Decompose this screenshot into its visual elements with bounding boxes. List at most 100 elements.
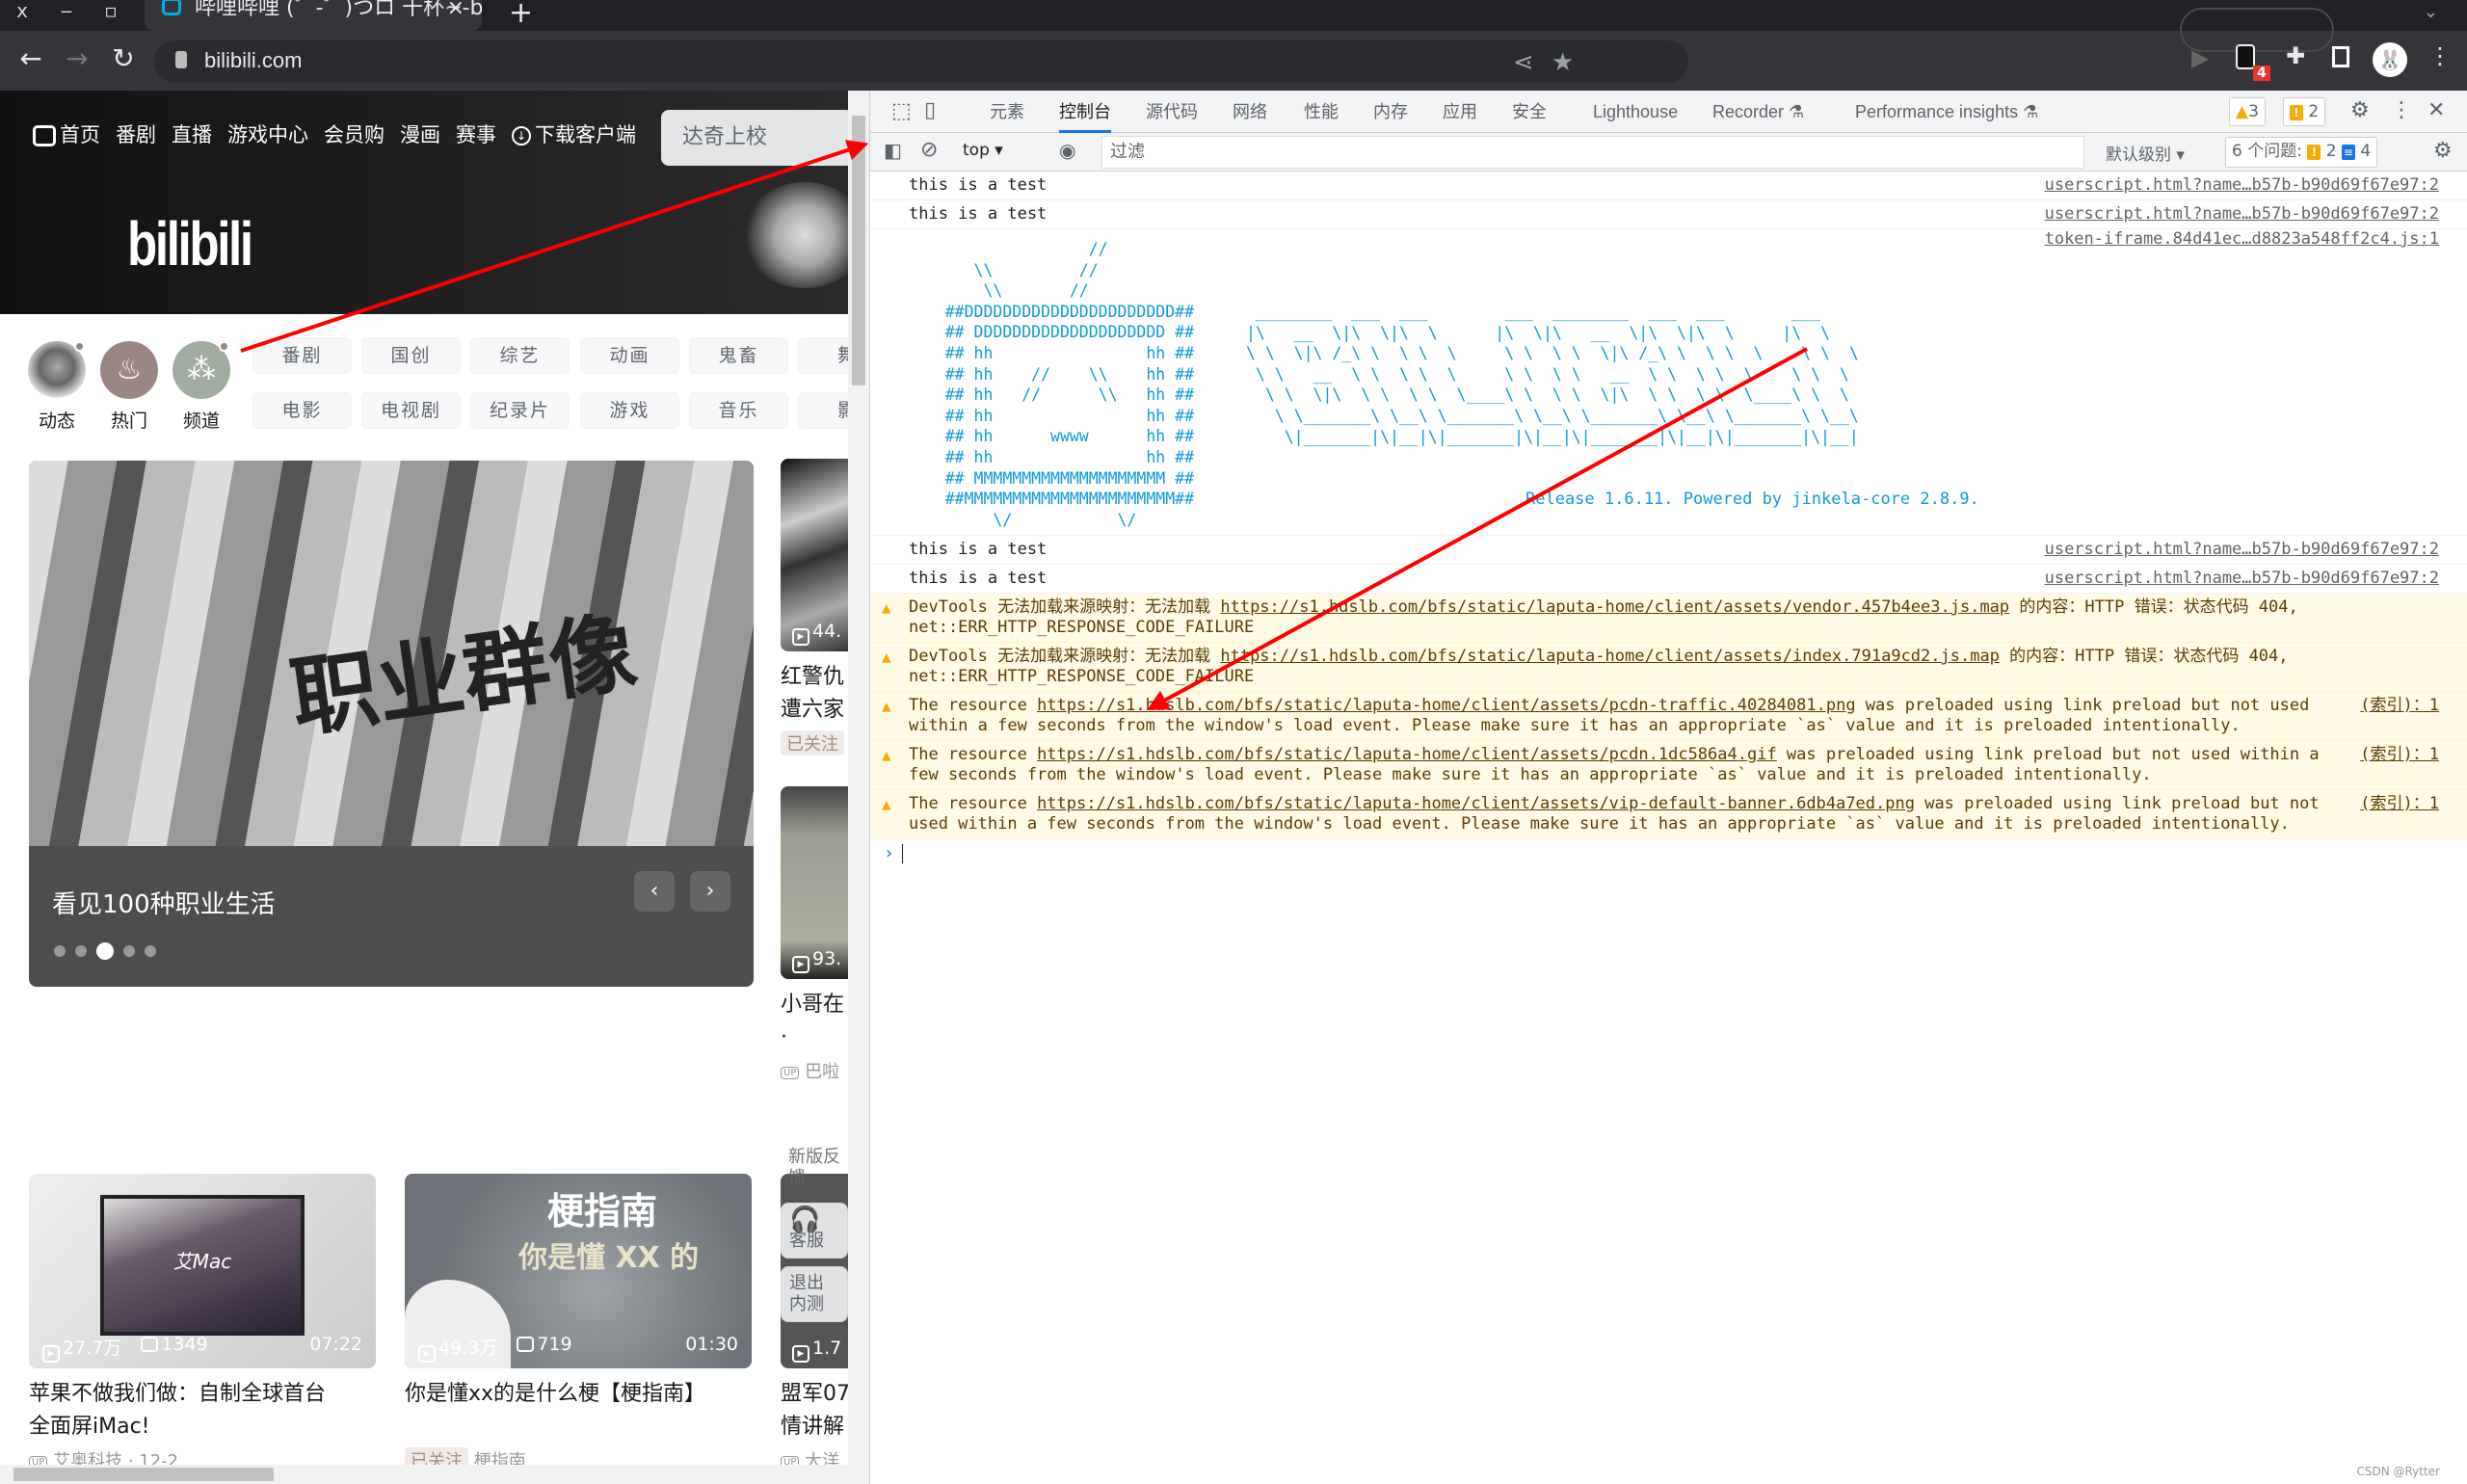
nav-manga[interactable]: 漫画 — [400, 119, 440, 148]
page-horizontal-scrollbar[interactable] — [0, 1465, 848, 1484]
source-link[interactable]: userscript.html?name…b57b-b90d69f67e97:2 — [2045, 540, 2439, 560]
carousel[interactable]: 职业群像 看见100种职业生活 ‹ › — [29, 461, 754, 987]
side-panel-icon[interactable] — [2332, 46, 2349, 67]
sidebar-toggle-icon[interactable]: ◧ — [884, 139, 902, 162]
tab-network[interactable]: 网络 — [1233, 91, 1267, 133]
scrollbar-thumb[interactable] — [13, 1468, 274, 1481]
window-minimize-button[interactable]: ‒ — [50, 0, 83, 27]
clear-console-icon[interactable]: ⊘ — [920, 138, 938, 162]
channel-item[interactable]: 纪录片 — [470, 392, 570, 429]
context-selector[interactable]: top ▾ — [963, 141, 1003, 160]
tab-sources[interactable]: 源代码 — [1146, 91, 1198, 133]
source-link[interactable]: (索引)：1 — [2360, 794, 2439, 814]
carousel-dot[interactable] — [75, 945, 87, 957]
console-prompt[interactable]: › — [870, 839, 2467, 867]
console-settings-gear-icon[interactable]: ⚙ — [2433, 139, 2453, 163]
video-title[interactable]: 你是懂xx的是什么梗【梗指南】 — [405, 1378, 752, 1411]
resource-link[interactable]: https://s1.hdslb.com/bfs/static/laputa-h… — [1220, 647, 2000, 666]
carousel-dot[interactable] — [123, 945, 135, 957]
channel-item[interactable]: 舞 — [798, 337, 848, 374]
tab-performance[interactable]: 性能 — [1304, 91, 1339, 133]
tab-lighthouse[interactable]: Lighthouse — [1593, 91, 1678, 133]
window-restore-button[interactable]: ▫ — [94, 0, 127, 27]
video-title[interactable]: 红警仇 遭六家 — [781, 661, 848, 727]
carousel-dot[interactable] — [145, 945, 156, 957]
more-menu-icon[interactable]: ⋮ — [2428, 42, 2452, 69]
exit-beta-button[interactable]: 退出内测 — [781, 1266, 848, 1322]
nav-home[interactable]: 首页 — [33, 119, 100, 148]
back-icon[interactable]: ← — [13, 42, 48, 74]
forward-icon[interactable]: → — [60, 42, 94, 74]
puzzle-extensions-icon[interactable]: ✚ — [2286, 42, 2305, 69]
source-link[interactable]: userscript.html?name…b57b-b90d69f67e97:2 — [2045, 204, 2439, 225]
quick-link-dynamic[interactable]: 动态 — [27, 341, 87, 433]
carousel-next-button[interactable]: › — [690, 871, 730, 912]
source-link[interactable]: userscript.html?name…b57b-b90d69f67e97:2 — [2045, 569, 2439, 589]
source-link[interactable]: (索引)：1 — [2360, 696, 2439, 716]
tab-console[interactable]: 控制台 — [1059, 91, 1111, 133]
video-card[interactable]: 梗指南 你是懂 XX 的 ▶ 49.3万 719 01:30 你是懂xx的是什么梗… — [405, 1174, 752, 1472]
settings-gear-icon[interactable]: ⚙ — [2350, 98, 2370, 122]
address-bar[interactable]: bilibili.com ⋖ ★ — [154, 40, 1688, 83]
resource-link[interactable]: https://s1.hdslb.com/bfs/static/laputa-h… — [1037, 745, 1777, 764]
source-link[interactable]: userscript.html?name…b57b-b90d69f67e97:2 — [2045, 175, 2439, 196]
channel-item[interactable]: 国创 — [361, 337, 461, 374]
extension-icon[interactable] — [2236, 44, 2255, 69]
channel-item[interactable]: 影 — [798, 392, 848, 429]
nav-live[interactable]: 直播 — [172, 119, 212, 148]
share-icon[interactable]: ⋖ — [1513, 48, 1534, 77]
filter-input[interactable]: 过滤 — [1101, 136, 2084, 169]
video-title[interactable]: 小哥在 · — [781, 989, 848, 1054]
window-close-button[interactable]: x — [6, 0, 39, 27]
new-tab-button[interactable]: + — [509, 0, 533, 30]
more-options-icon[interactable]: ⋮ — [2391, 98, 2412, 122]
issues-button[interactable]: 6 个问题: ! 2 ≡ 4 — [2225, 137, 2378, 168]
tab-security[interactable]: 安全 — [1512, 91, 1547, 133]
browser-tab[interactable]: 哔哩哔哩 (゜-゜)つロ 干杯~-bilibili × — [145, 0, 482, 31]
tab-memory[interactable]: 内存 — [1373, 91, 1408, 133]
carousel-title[interactable]: 看见100种职业生活 — [52, 885, 276, 920]
device-toolbar-icon[interactable]: ▯ — [924, 98, 936, 122]
tab-elements[interactable]: 元素 — [990, 91, 1024, 133]
source-link[interactable]: (索引)：1 — [2360, 745, 2439, 765]
resource-link[interactable]: https://s1.hdslb.com/bfs/static/laputa-h… — [1037, 794, 1915, 813]
nav-anime[interactable]: 番剧 — [116, 119, 156, 148]
channel-item[interactable]: 鬼畜 — [689, 337, 788, 374]
page-vertical-scrollbar[interactable] — [848, 91, 869, 1484]
play-extension-icon[interactable]: ▶ — [2191, 44, 2209, 71]
channel-item[interactable]: 电视剧 — [361, 392, 461, 429]
video-title[interactable]: 盟军07 情讲解 — [781, 1378, 848, 1444]
quick-link-channels[interactable]: ⁂ 频道 — [172, 341, 231, 433]
bookmark-star-icon[interactable]: ★ — [1552, 48, 1574, 77]
video-card[interactable]: 艾Mac ▶ 27.7万 1349 07:22 苹果不做我们做：自制全球首台 全面屏… — [29, 1174, 376, 1472]
carousel-dot[interactable] — [54, 945, 66, 957]
reload-icon[interactable]: ↻ — [106, 42, 141, 74]
channel-item[interactable]: 综艺 — [470, 337, 570, 374]
tab-performance-insights[interactable]: Performance insights ⚗ — [1855, 91, 2038, 133]
video-card[interactable]: ▶ 44. 红警仇 遭六家 已关注 — [781, 459, 848, 755]
carousel-prev-button[interactable]: ‹ — [634, 871, 675, 912]
uploader-name[interactable]: 巴啦 — [805, 1062, 839, 1082]
tab-recorder[interactable]: Recorder ⚗ — [1712, 91, 1804, 133]
feedback-button[interactable]: 新版反馈 — [781, 1147, 848, 1195]
channel-item[interactable]: 音乐 — [689, 392, 788, 429]
nav-vip-shop[interactable]: 会员购 — [324, 119, 385, 148]
channel-item[interactable]: 电影 — [252, 392, 352, 429]
customer-service-button[interactable]: 🎧 客服 — [781, 1203, 848, 1259]
channel-item[interactable]: 动画 — [580, 337, 679, 374]
carousel-dot[interactable] — [96, 942, 114, 960]
bilibili-logo[interactable]: bilibili — [127, 208, 253, 279]
tab-application[interactable]: 应用 — [1443, 91, 1477, 133]
profile-avatar[interactable]: 🐰 — [2373, 42, 2407, 77]
close-devtools-icon[interactable]: ✕ — [2427, 98, 2445, 122]
source-link[interactable]: token-iframe.84d41ec…d8823a548ff2c4.js:1 — [2045, 229, 2439, 249]
video-title[interactable]: 苹果不做我们做：自制全球首台 全面屏iMac! — [29, 1378, 376, 1444]
live-expression-eye-icon[interactable]: ◉ — [1059, 139, 1075, 162]
video-card[interactable]: ▶ 93. 小哥在 · UP 巴啦 — [781, 786, 848, 1083]
quick-link-hot[interactable]: ♨ 热门 — [99, 341, 159, 433]
tab-close-icon[interactable]: × — [447, 0, 464, 19]
log-level-dropdown[interactable]: 默认级别 ▾ — [2106, 141, 2185, 165]
nav-download[interactable]: ↓ 下载客户端 — [512, 119, 636, 148]
warnings-count-badge[interactable]: ▲3 — [2229, 97, 2266, 126]
inspect-element-icon[interactable]: ⬚ — [891, 99, 912, 123]
